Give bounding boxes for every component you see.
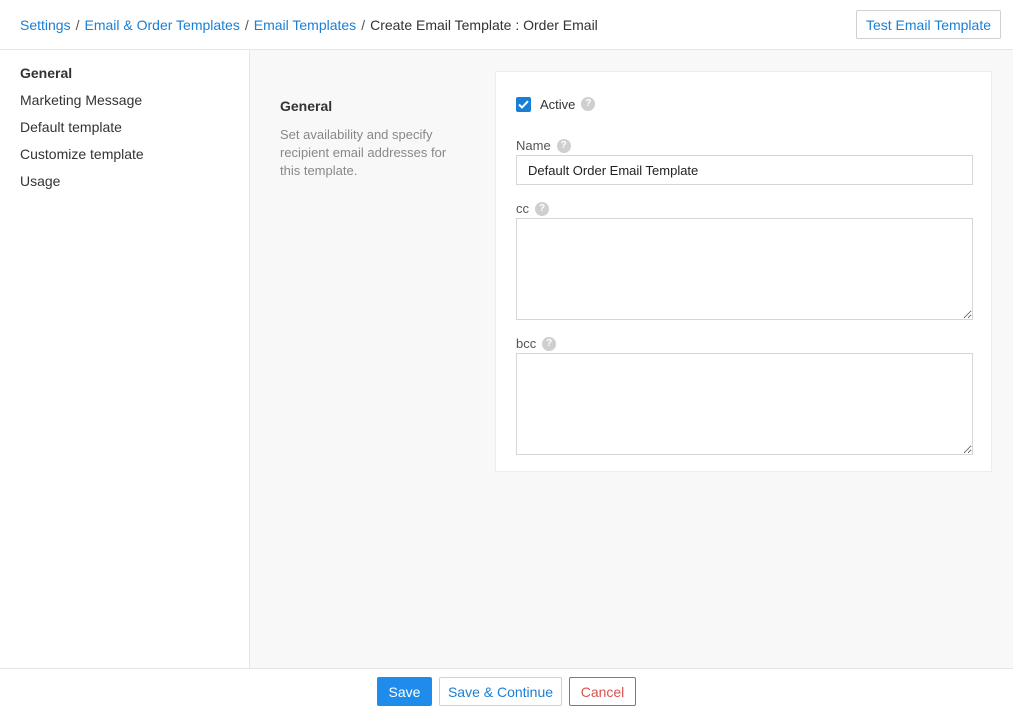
cancel-button[interactable]: Cancel xyxy=(569,677,636,706)
bcc-label-row: bcc ? xyxy=(516,336,557,351)
cc-label-row: cc ? xyxy=(516,201,549,216)
sidebar-item-general[interactable]: General xyxy=(0,65,249,92)
section-description: Set availability and specify recipient e… xyxy=(280,127,447,178)
cc-label: cc xyxy=(516,201,529,216)
general-form-card: Active ? Name ? cc ? bcc ? xyxy=(495,71,992,472)
name-label-row: Name ? xyxy=(516,138,571,153)
main-content: General Set availability and specify rec… xyxy=(250,50,1013,668)
test-email-template-button[interactable]: Test Email Template xyxy=(856,10,1001,39)
sidebar: General Marketing Message Default templa… xyxy=(0,50,250,668)
name-label: Name xyxy=(516,138,551,153)
cc-textarea[interactable] xyxy=(516,218,973,320)
breadcrumb-separator: / xyxy=(244,17,249,33)
name-input[interactable] xyxy=(516,155,973,185)
help-icon[interactable]: ? xyxy=(581,97,596,111)
breadcrumb-settings[interactable]: Settings xyxy=(20,17,71,33)
sidebar-item-default-template[interactable]: Default template xyxy=(0,119,249,146)
footer-action-bar: Save Save & Continue Cancel xyxy=(0,668,1013,718)
breadcrumb-separator: / xyxy=(361,17,366,33)
breadcrumb-current: Create Email Template : Order Email xyxy=(370,17,598,33)
help-icon[interactable]: ? xyxy=(556,138,571,153)
section-title: General xyxy=(280,98,333,114)
top-bar: Settings / Email & Order Templates / Email T… xyxy=(0,0,1013,50)
breadcrumb-email-order-templates[interactable]: Email & Order Templates xyxy=(84,17,239,33)
save-button[interactable]: Save xyxy=(377,677,432,706)
check-icon xyxy=(518,100,529,109)
active-row: Active ? xyxy=(516,96,596,112)
help-icon[interactable]: ? xyxy=(535,201,549,216)
help-icon[interactable]: ? xyxy=(542,336,557,351)
active-label: Active xyxy=(540,96,576,112)
bcc-label: bcc xyxy=(516,336,537,351)
breadcrumb: Settings / Email & Order Templates / Email T… xyxy=(20,17,598,34)
save-continue-button[interactable]: Save & Continue xyxy=(439,677,562,706)
active-checkbox[interactable] xyxy=(516,96,531,112)
sidebar-item-customize-template[interactable]: Customize template xyxy=(0,146,249,173)
sidebar-item-marketing-message[interactable]: Marketing Message xyxy=(0,92,249,119)
sidebar-item-usage[interactable]: Usage xyxy=(0,173,249,200)
breadcrumb-email-templates[interactable]: Email Templates xyxy=(254,17,356,33)
breadcrumb-separator: / xyxy=(75,17,80,33)
bcc-textarea[interactable] xyxy=(516,353,973,455)
